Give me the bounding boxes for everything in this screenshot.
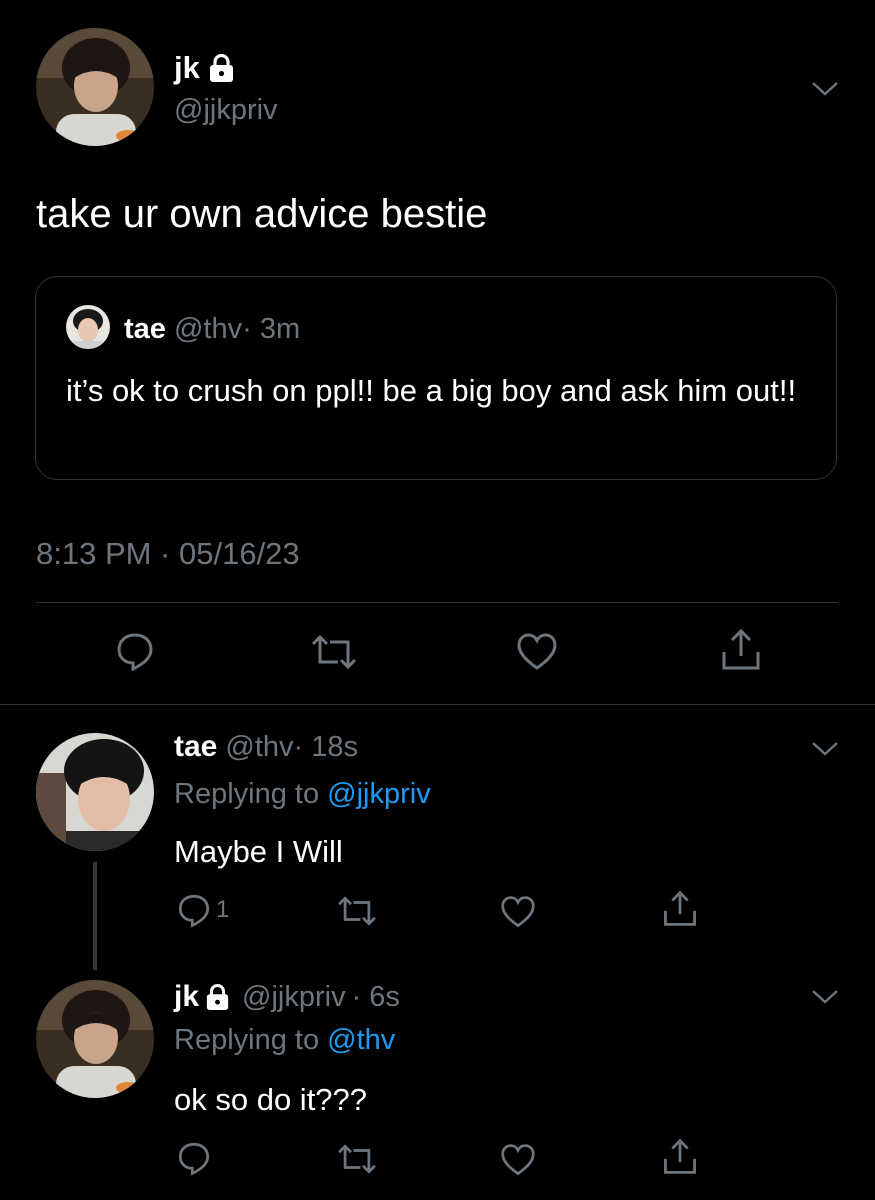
share-icon[interactable]: [720, 628, 762, 672]
quoted-display-name: tae: [124, 313, 166, 345]
tweet-text: ok so do it???: [174, 1082, 368, 1117]
reply-button[interactable]: 1: [176, 892, 229, 928]
replying-to-link[interactable]: @thv: [327, 1024, 395, 1056]
thread-line: [93, 862, 97, 970]
reply-icon[interactable]: [114, 630, 156, 672]
quoted-time: · 3m: [242, 313, 301, 345]
lock-icon: [208, 53, 235, 83]
lock-icon: [205, 983, 230, 1011]
quoted-text: it’s ok to crush on ppl!! be a big boy a…: [66, 373, 797, 408]
share-icon[interactable]: [662, 1138, 698, 1176]
share-icon[interactable]: [662, 890, 698, 928]
tweet-text: Maybe I Will: [174, 834, 343, 869]
avatar[interactable]: [36, 980, 154, 1098]
handle[interactable]: @jjkpriv: [242, 981, 346, 1014]
display-name[interactable]: jk: [174, 980, 199, 1014]
replying-to-link[interactable]: @jjkpriv: [327, 778, 431, 810]
tweet-text: take ur own advice bestie: [36, 192, 488, 236]
like-icon[interactable]: [516, 632, 558, 672]
avatar[interactable]: [36, 28, 154, 146]
replying-to-label: Replying to: [174, 1024, 328, 1056]
replying-to-label: Replying to: [174, 778, 328, 810]
quoted-avatar: [66, 305, 110, 349]
time[interactable]: · 18s: [294, 731, 358, 763]
avatar-photo: [66, 305, 110, 349]
time[interactable]: · 6s: [352, 981, 400, 1014]
handle[interactable]: @thv: [225, 731, 293, 763]
section-divider: [0, 704, 875, 705]
handle[interactable]: @jjkpriv: [174, 94, 278, 127]
retweet-icon[interactable]: [336, 894, 378, 928]
avatar[interactable]: [36, 733, 154, 851]
reply-count: 1: [216, 896, 230, 923]
quoted-tweet[interactable]: tae @thv· 3m it’s ok to crush on ppl!! b…: [35, 276, 837, 480]
chevron-down-icon[interactable]: [810, 78, 840, 98]
retweet-icon[interactable]: [310, 632, 358, 672]
divider: [36, 602, 838, 603]
display-name[interactable]: tae: [174, 730, 217, 763]
timestamp[interactable]: 8:13 PM · 05/16/23: [36, 536, 300, 572]
quoted-handle: @thv: [173, 313, 243, 345]
retweet-icon[interactable]: [336, 1142, 378, 1176]
reply-icon[interactable]: [176, 892, 212, 928]
avatar-photo: [36, 733, 154, 851]
avatar-photo: [36, 28, 154, 146]
like-icon[interactable]: [500, 895, 536, 929]
display-name[interactable]: jk: [174, 50, 200, 86]
chevron-down-icon[interactable]: [810, 738, 840, 758]
avatar-photo: [36, 980, 154, 1098]
chevron-down-icon[interactable]: [810, 986, 840, 1006]
reply-icon[interactable]: [176, 1140, 212, 1176]
like-icon[interactable]: [500, 1143, 536, 1177]
